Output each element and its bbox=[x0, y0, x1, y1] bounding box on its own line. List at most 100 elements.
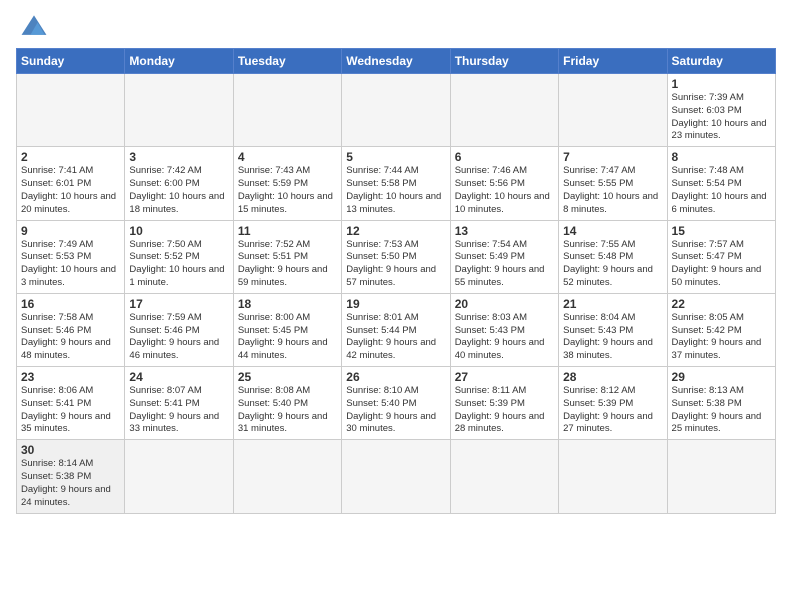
day-cell: 5Sunrise: 7:44 AMSunset: 5:58 PMDaylight… bbox=[342, 147, 450, 220]
calendar-table: SundayMondayTuesdayWednesdayThursdayFrid… bbox=[16, 48, 776, 514]
day-cell: 19Sunrise: 8:01 AMSunset: 5:44 PMDayligh… bbox=[342, 293, 450, 366]
day-number: 15 bbox=[672, 224, 771, 238]
day-info: Sunrise: 7:58 AMSunset: 5:46 PMDaylight:… bbox=[21, 312, 120, 363]
day-cell: 12Sunrise: 7:53 AMSunset: 5:50 PMDayligh… bbox=[342, 220, 450, 293]
day-info: Sunrise: 8:05 AMSunset: 5:42 PMDaylight:… bbox=[672, 312, 771, 363]
day-cell: 29Sunrise: 8:13 AMSunset: 5:38 PMDayligh… bbox=[667, 367, 775, 440]
day-info: Sunrise: 8:12 AMSunset: 5:39 PMDaylight:… bbox=[563, 385, 662, 436]
day-info: Sunrise: 8:10 AMSunset: 5:40 PMDaylight:… bbox=[346, 385, 445, 436]
day-cell: 24Sunrise: 8:07 AMSunset: 5:41 PMDayligh… bbox=[125, 367, 233, 440]
day-number: 18 bbox=[238, 297, 337, 311]
day-cell: 8Sunrise: 7:48 AMSunset: 5:54 PMDaylight… bbox=[667, 147, 775, 220]
day-number: 5 bbox=[346, 150, 445, 164]
day-info: Sunrise: 8:06 AMSunset: 5:41 PMDaylight:… bbox=[21, 385, 120, 436]
day-cell bbox=[342, 74, 450, 147]
day-info: Sunrise: 7:50 AMSunset: 5:52 PMDaylight:… bbox=[129, 239, 228, 290]
day-number: 7 bbox=[563, 150, 662, 164]
day-number: 9 bbox=[21, 224, 120, 238]
day-cell: 26Sunrise: 8:10 AMSunset: 5:40 PMDayligh… bbox=[342, 367, 450, 440]
day-cell: 11Sunrise: 7:52 AMSunset: 5:51 PMDayligh… bbox=[233, 220, 341, 293]
col-header-monday: Monday bbox=[125, 49, 233, 74]
day-cell: 10Sunrise: 7:50 AMSunset: 5:52 PMDayligh… bbox=[125, 220, 233, 293]
col-header-tuesday: Tuesday bbox=[233, 49, 341, 74]
day-cell: 17Sunrise: 7:59 AMSunset: 5:46 PMDayligh… bbox=[125, 293, 233, 366]
day-info: Sunrise: 8:00 AMSunset: 5:45 PMDaylight:… bbox=[238, 312, 337, 363]
day-info: Sunrise: 7:44 AMSunset: 5:58 PMDaylight:… bbox=[346, 165, 445, 216]
day-cell: 23Sunrise: 8:06 AMSunset: 5:41 PMDayligh… bbox=[17, 367, 125, 440]
day-number: 17 bbox=[129, 297, 228, 311]
header-area bbox=[16, 10, 776, 42]
day-cell: 30Sunrise: 8:14 AMSunset: 5:38 PMDayligh… bbox=[17, 440, 125, 513]
day-cell: 14Sunrise: 7:55 AMSunset: 5:48 PMDayligh… bbox=[559, 220, 667, 293]
day-info: Sunrise: 8:04 AMSunset: 5:43 PMDaylight:… bbox=[563, 312, 662, 363]
day-cell: 21Sunrise: 8:04 AMSunset: 5:43 PMDayligh… bbox=[559, 293, 667, 366]
day-number: 11 bbox=[238, 224, 337, 238]
week-row-6: 30Sunrise: 8:14 AMSunset: 5:38 PMDayligh… bbox=[17, 440, 776, 513]
day-number: 4 bbox=[238, 150, 337, 164]
day-cell bbox=[125, 74, 233, 147]
day-info: Sunrise: 7:57 AMSunset: 5:47 PMDaylight:… bbox=[672, 239, 771, 290]
day-number: 19 bbox=[346, 297, 445, 311]
week-row-5: 23Sunrise: 8:06 AMSunset: 5:41 PMDayligh… bbox=[17, 367, 776, 440]
calendar-header-row: SundayMondayTuesdayWednesdayThursdayFrid… bbox=[17, 49, 776, 74]
day-info: Sunrise: 7:48 AMSunset: 5:54 PMDaylight:… bbox=[672, 165, 771, 216]
day-number: 2 bbox=[21, 150, 120, 164]
day-cell: 9Sunrise: 7:49 AMSunset: 5:53 PMDaylight… bbox=[17, 220, 125, 293]
week-row-3: 9Sunrise: 7:49 AMSunset: 5:53 PMDaylight… bbox=[17, 220, 776, 293]
day-cell bbox=[450, 74, 558, 147]
day-cell: 4Sunrise: 7:43 AMSunset: 5:59 PMDaylight… bbox=[233, 147, 341, 220]
day-cell bbox=[559, 74, 667, 147]
day-number: 30 bbox=[21, 443, 120, 457]
day-number: 6 bbox=[455, 150, 554, 164]
logo-icon bbox=[18, 10, 50, 42]
day-info: Sunrise: 7:42 AMSunset: 6:00 PMDaylight:… bbox=[129, 165, 228, 216]
day-number: 28 bbox=[563, 370, 662, 384]
day-info: Sunrise: 7:53 AMSunset: 5:50 PMDaylight:… bbox=[346, 239, 445, 290]
day-cell: 22Sunrise: 8:05 AMSunset: 5:42 PMDayligh… bbox=[667, 293, 775, 366]
day-cell: 16Sunrise: 7:58 AMSunset: 5:46 PMDayligh… bbox=[17, 293, 125, 366]
day-info: Sunrise: 8:14 AMSunset: 5:38 PMDaylight:… bbox=[21, 458, 120, 509]
day-cell: 6Sunrise: 7:46 AMSunset: 5:56 PMDaylight… bbox=[450, 147, 558, 220]
day-number: 24 bbox=[129, 370, 228, 384]
day-cell: 13Sunrise: 7:54 AMSunset: 5:49 PMDayligh… bbox=[450, 220, 558, 293]
day-cell: 7Sunrise: 7:47 AMSunset: 5:55 PMDaylight… bbox=[559, 147, 667, 220]
day-number: 10 bbox=[129, 224, 228, 238]
col-header-wednesday: Wednesday bbox=[342, 49, 450, 74]
col-header-sunday: Sunday bbox=[17, 49, 125, 74]
day-number: 26 bbox=[346, 370, 445, 384]
day-info: Sunrise: 7:55 AMSunset: 5:48 PMDaylight:… bbox=[563, 239, 662, 290]
day-info: Sunrise: 8:01 AMSunset: 5:44 PMDaylight:… bbox=[346, 312, 445, 363]
day-info: Sunrise: 7:54 AMSunset: 5:49 PMDaylight:… bbox=[455, 239, 554, 290]
day-cell bbox=[342, 440, 450, 513]
logo bbox=[16, 10, 50, 42]
day-cell: 18Sunrise: 8:00 AMSunset: 5:45 PMDayligh… bbox=[233, 293, 341, 366]
day-number: 22 bbox=[672, 297, 771, 311]
day-cell: 2Sunrise: 7:41 AMSunset: 6:01 PMDaylight… bbox=[17, 147, 125, 220]
day-number: 8 bbox=[672, 150, 771, 164]
day-cell bbox=[559, 440, 667, 513]
col-header-thursday: Thursday bbox=[450, 49, 558, 74]
day-info: Sunrise: 8:11 AMSunset: 5:39 PMDaylight:… bbox=[455, 385, 554, 436]
day-number: 1 bbox=[672, 77, 771, 91]
col-header-friday: Friday bbox=[559, 49, 667, 74]
day-cell: 20Sunrise: 8:03 AMSunset: 5:43 PMDayligh… bbox=[450, 293, 558, 366]
day-cell bbox=[17, 74, 125, 147]
day-number: 13 bbox=[455, 224, 554, 238]
day-info: Sunrise: 7:52 AMSunset: 5:51 PMDaylight:… bbox=[238, 239, 337, 290]
week-row-2: 2Sunrise: 7:41 AMSunset: 6:01 PMDaylight… bbox=[17, 147, 776, 220]
day-number: 12 bbox=[346, 224, 445, 238]
day-info: Sunrise: 7:39 AMSunset: 6:03 PMDaylight:… bbox=[672, 92, 771, 143]
day-number: 14 bbox=[563, 224, 662, 238]
day-cell: 28Sunrise: 8:12 AMSunset: 5:39 PMDayligh… bbox=[559, 367, 667, 440]
page: SundayMondayTuesdayWednesdayThursdayFrid… bbox=[0, 0, 792, 524]
day-info: Sunrise: 8:07 AMSunset: 5:41 PMDaylight:… bbox=[129, 385, 228, 436]
day-number: 21 bbox=[563, 297, 662, 311]
day-cell: 3Sunrise: 7:42 AMSunset: 6:00 PMDaylight… bbox=[125, 147, 233, 220]
day-info: Sunrise: 8:08 AMSunset: 5:40 PMDaylight:… bbox=[238, 385, 337, 436]
day-info: Sunrise: 8:13 AMSunset: 5:38 PMDaylight:… bbox=[672, 385, 771, 436]
day-info: Sunrise: 7:43 AMSunset: 5:59 PMDaylight:… bbox=[238, 165, 337, 216]
day-number: 3 bbox=[129, 150, 228, 164]
day-info: Sunrise: 7:41 AMSunset: 6:01 PMDaylight:… bbox=[21, 165, 120, 216]
day-number: 23 bbox=[21, 370, 120, 384]
day-cell bbox=[450, 440, 558, 513]
